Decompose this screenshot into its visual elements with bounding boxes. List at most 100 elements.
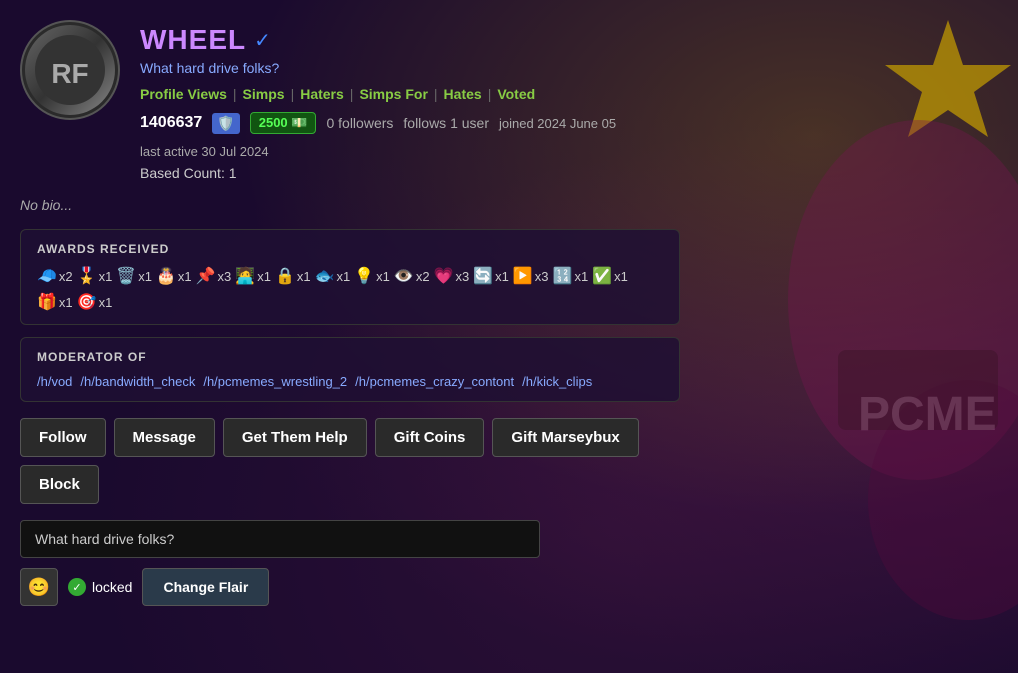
award-item: 🧑‍💻x1 xyxy=(235,266,271,286)
nav-simps[interactable]: Simps xyxy=(243,86,285,102)
award-count: x2 xyxy=(416,269,430,284)
awards-box: AWARDS RECEIVED 🧢x2🎖️x1🗑️x1🎂x1📌x3🧑‍💻x1🔒x… xyxy=(20,229,680,325)
award-emoji: 🧢 xyxy=(37,266,57,286)
award-item: 🔢x1 xyxy=(553,266,589,286)
award-emoji: 🎂 xyxy=(156,266,176,286)
award-emoji: 🎁 xyxy=(37,292,57,312)
award-emoji: ✅ xyxy=(592,266,612,286)
coins-value: 2500 xyxy=(259,115,288,130)
award-emoji: 🔢 xyxy=(553,266,573,286)
award-item: 🎖️x1 xyxy=(77,266,113,286)
moderator-title: MODERATOR OF xyxy=(37,350,663,364)
emoji-picker-button[interactable]: 😊 xyxy=(20,568,58,606)
award-item: 📌x3 xyxy=(196,266,232,286)
moderator-box: MODERATOR OF /h/vod/h/bandwidth_check/h/… xyxy=(20,337,680,402)
award-count: x2 xyxy=(59,269,73,284)
award-count: x1 xyxy=(376,269,390,284)
nav-links: Profile Views | Simps | Haters | Simps F… xyxy=(140,86,680,102)
award-item: 🎯x1 xyxy=(77,292,113,312)
coins-badge: 2500 💵 xyxy=(250,112,317,134)
award-item: 🔒x1 xyxy=(275,266,311,286)
award-count: x1 xyxy=(257,269,271,284)
award-count: x1 xyxy=(178,269,192,284)
locked-label: locked xyxy=(92,579,132,595)
verified-icon: ✓ xyxy=(254,28,271,53)
profile-info: WHEEL ✓ What hard drive folks? Profile V… xyxy=(140,20,680,189)
awards-grid: 🧢x2🎖️x1🗑️x1🎂x1📌x3🧑‍💻x1🔒x1🐟x1💡x1👁️x2💗x3🔄x… xyxy=(37,266,663,312)
username-row: WHEEL ✓ xyxy=(140,24,680,56)
score-number: 1406637 xyxy=(140,114,202,132)
award-count: x3 xyxy=(218,269,232,284)
award-item: 💡x1 xyxy=(354,266,390,286)
flair-row: 😊 ✓ locked Change Flair xyxy=(20,568,680,606)
award-count: x3 xyxy=(535,269,549,284)
award-emoji: 👁️ xyxy=(394,266,414,286)
award-item: 🔄x1 xyxy=(473,266,509,286)
award-item: 🎁x1 xyxy=(37,292,73,312)
last-active: last active 30 Jul 2024 xyxy=(140,144,269,159)
mod-community-link[interactable]: /h/kick_clips xyxy=(522,374,592,389)
svg-text:RF: RF xyxy=(51,58,88,89)
award-emoji: 🗑️ xyxy=(116,266,136,286)
avatar: RF xyxy=(20,20,120,120)
join-date: joined 2024 June 05 xyxy=(499,116,616,131)
status-input[interactable] xyxy=(20,520,540,558)
award-count: x1 xyxy=(337,269,351,284)
nav-simps-for[interactable]: Simps For xyxy=(359,86,427,102)
mod-community-link[interactable]: /h/pcmemes_wrestling_2 xyxy=(203,374,347,389)
award-count: x1 xyxy=(297,269,311,284)
mod-community-link[interactable]: /h/bandwidth_check xyxy=(80,374,195,389)
block-button[interactable]: Block xyxy=(20,465,99,504)
status-row xyxy=(20,520,680,558)
locked-check-icon: ✓ xyxy=(68,578,86,596)
award-count: x1 xyxy=(574,269,588,284)
get-them-help-button[interactable]: Get Them Help xyxy=(223,418,367,457)
follows-text: follows 1 user xyxy=(403,115,489,131)
award-emoji: 🐟 xyxy=(315,266,335,286)
award-emoji: 📌 xyxy=(196,266,216,286)
award-count: x1 xyxy=(59,295,73,310)
gift-coins-button[interactable]: Gift Coins xyxy=(375,418,485,457)
award-emoji: 🎖️ xyxy=(77,266,97,286)
award-emoji: ▶️ xyxy=(513,266,533,286)
gift-marseybux-button[interactable]: Gift Marseybux xyxy=(492,418,638,457)
award-item: ✅x1 xyxy=(592,266,628,286)
mod-community-link[interactable]: /h/vod xyxy=(37,374,72,389)
award-count: x1 xyxy=(99,269,113,284)
message-button[interactable]: Message xyxy=(114,418,215,457)
awards-title: AWARDS RECEIVED xyxy=(37,242,663,256)
bio-text: No bio... xyxy=(20,197,680,213)
award-item: 🧢x2 xyxy=(37,266,73,286)
award-emoji: 💗 xyxy=(434,266,454,286)
header-row: RF WHEEL ✓ What hard drive folks? Profil… xyxy=(20,20,680,189)
award-item: 🗑️x1 xyxy=(116,266,152,286)
award-count: x3 xyxy=(455,269,469,284)
coins-icon: 💵 xyxy=(291,115,307,130)
nav-hates[interactable]: Hates xyxy=(444,86,482,102)
mod-links: /h/vod/h/bandwidth_check/h/pcmemes_wrest… xyxy=(37,374,663,389)
award-count: x1 xyxy=(495,269,509,284)
award-emoji: 🔒 xyxy=(275,266,295,286)
nav-voted[interactable]: Voted xyxy=(497,86,535,102)
based-count: Based Count: 1 xyxy=(140,165,680,181)
username: WHEEL xyxy=(140,24,246,56)
award-item: 💗x3 xyxy=(434,266,470,286)
award-item: 🐟x1 xyxy=(315,266,351,286)
award-item: ▶️x3 xyxy=(513,266,549,286)
award-emoji: 🎯 xyxy=(77,292,97,312)
followers-text: 0 followers xyxy=(326,115,393,131)
award-emoji: 🧑‍💻 xyxy=(235,266,255,286)
change-flair-button[interactable]: Change Flair xyxy=(142,568,269,606)
award-item: 🎂x1 xyxy=(156,266,192,286)
main-content: RF WHEEL ✓ What hard drive folks? Profil… xyxy=(0,0,700,626)
nav-haters[interactable]: Haters xyxy=(300,86,344,102)
nav-profile-views[interactable]: Profile Views xyxy=(140,86,227,102)
award-count: x1 xyxy=(138,269,152,284)
award-emoji: 🔄 xyxy=(473,266,493,286)
avatar-image: RF xyxy=(25,25,115,115)
mod-community-link[interactable]: /h/pcmemes_crazy_contont xyxy=(355,374,514,389)
follow-button[interactable]: Follow xyxy=(20,418,106,457)
stats-row: 1406637 🛡️ 2500 💵 0 followers follows 1 … xyxy=(140,112,680,159)
locked-badge: ✓ locked xyxy=(68,578,132,596)
award-count: x1 xyxy=(99,295,113,310)
